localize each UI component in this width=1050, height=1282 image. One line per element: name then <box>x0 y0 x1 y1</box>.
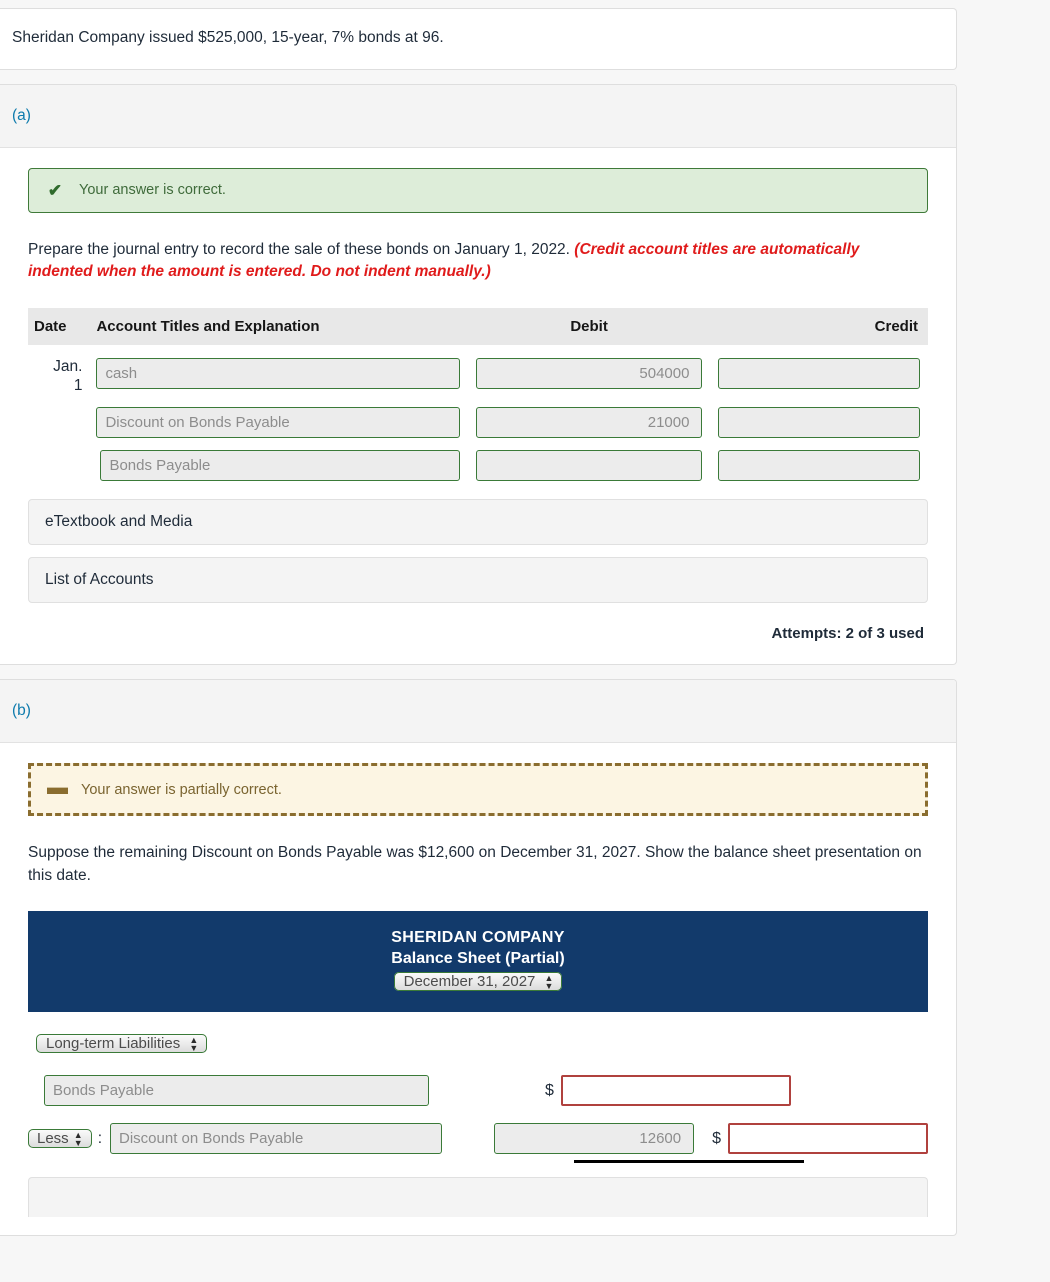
part-a-body: ✔ Your answer is correct. Prepare the jo… <box>0 148 956 665</box>
column-header-credit: Credit <box>710 307 928 345</box>
part-b-instructions: Suppose the remaining Discount on Bonds … <box>28 844 922 884</box>
table-row: Jan. 1 cash 504000 <box>28 345 928 402</box>
bs-account-input-1[interactable]: Bonds Payable <box>44 1075 429 1107</box>
journal-date-month: Jan. <box>53 357 83 375</box>
table-row: Bonds Payable <box>28 444 928 487</box>
journal-header-row: Date Account Titles and Explanation Debi… <box>28 307 928 345</box>
balance-sheet-company: SHERIDAN COMPANY <box>391 929 565 947</box>
balance-sheet-row-bonds-payable: Bonds Payable $ <box>28 1075 928 1107</box>
part-a-instructions: Prepare the journal entry to record the … <box>28 239 928 284</box>
list-of-accounts-button[interactable]: List of Accounts <box>28 557 928 604</box>
colon-separator: : <box>97 1129 102 1147</box>
content-column: Sheridan Company issued $525,000, 15-yea… <box>0 0 957 1282</box>
bs-total-input-2[interactable] <box>728 1123 928 1155</box>
part-b-body: ▬ Your answer is partially correct. Supp… <box>0 743 956 1235</box>
balance-sheet-title: Balance Sheet (Partial) <box>391 950 565 968</box>
attempts-status: Attempts: 2 of 3 used <box>771 625 924 643</box>
less-select-wrap: Less ▲ ▼ <box>28 1125 92 1153</box>
liabilities-group-select[interactable]: Long-term Liabilities <box>36 1034 208 1054</box>
bs-account-input-2[interactable]: Discount on Bonds Payable <box>110 1123 442 1155</box>
page-root: Sheridan Company issued $525,000, 15-yea… <box>0 0 1050 1282</box>
journal-date-cell <box>28 444 88 487</box>
credit-amount-input-1[interactable] <box>718 357 920 389</box>
account-title-input-1[interactable]: cash <box>96 357 460 389</box>
credit-amount-input-3[interactable] <box>718 450 920 482</box>
debit-amount-input-3[interactable] <box>475 450 703 482</box>
part-b-status-text: Your answer is partially correct. <box>81 781 282 798</box>
part-b-status-banner: ▬ Your answer is partially correct. <box>28 763 928 817</box>
credit-amount-input-2[interactable] <box>718 407 920 439</box>
journal-date-cell: Jan. 1 <box>28 345 88 402</box>
less-modifier-select[interactable]: Less <box>28 1128 92 1148</box>
journal-debit-cell: 21000 <box>468 401 711 444</box>
bs-total-input-1[interactable] <box>560 1075 791 1107</box>
liabilities-group-select-wrap: Long-term Liabilities ▲ ▼ <box>36 1030 208 1058</box>
bs-amount-input-2[interactable]: 12600 <box>494 1123 695 1155</box>
balance-sheet-date-select[interactable]: December 31, 2027 <box>393 972 563 992</box>
debit-amount-input-2[interactable]: 21000 <box>475 407 703 439</box>
part-a-label: (a) <box>0 84 956 148</box>
journal-entry-table: Date Account Titles and Explanation Debi… <box>28 307 928 488</box>
account-title-input-2[interactable]: Discount on Bonds Payable <box>96 407 460 439</box>
balance-sheet-header: SHERIDAN COMPANY Balance Sheet (Partial)… <box>28 911 928 1013</box>
liabilities-group-row: Long-term Liabilities ▲ ▼ <box>36 1030 928 1058</box>
balance-sheet-row-discount: Less ▲ ▼ : Discount on Bonds Payable 1260… <box>28 1123 928 1155</box>
journal-account-cell: cash <box>88 345 467 402</box>
etextbook-and-media-button[interactable]: eTextbook and Media <box>28 499 928 546</box>
column-header-date: Date <box>28 307 89 345</box>
journal-credit-cell <box>710 444 928 487</box>
dollar-sign-2: $ <box>712 1129 722 1147</box>
part-a-instructions-plain: Prepare the journal entry to record the … <box>28 240 575 258</box>
account-title-input-3[interactable]: Bonds Payable <box>100 450 460 482</box>
part-b-card: (b) ▬ Your answer is partially correct. … <box>0 679 957 1237</box>
etextbook-and-media-button-partial[interactable] <box>28 1177 928 1218</box>
part-a-card: (a) ✔ Your answer is correct. Prepare th… <box>0 83 957 666</box>
dollar-sign-1: $ <box>545 1081 554 1099</box>
minus-icon: ▬ <box>47 776 68 800</box>
part-b-label: (b) <box>0 680 956 744</box>
table-row: Discount on Bonds Payable 21000 <box>28 401 928 444</box>
journal-debit-cell: 504000 <box>468 345 711 402</box>
problem-statement-card: Sheridan Company issued $525,000, 15-yea… <box>0 8 957 70</box>
journal-account-cell: Discount on Bonds Payable <box>88 401 467 444</box>
journal-date-day: 1 <box>73 377 83 394</box>
part-a-status-text: Your answer is correct. <box>79 182 226 199</box>
journal-credit-cell <box>710 345 928 402</box>
journal-credit-cell <box>710 401 928 444</box>
problem-statement-text: Sheridan Company issued $525,000, 15-yea… <box>12 29 444 46</box>
journal-date-cell <box>28 401 88 444</box>
journal-account-cell: Bonds Payable <box>88 444 467 487</box>
subtotal-rule <box>574 1160 804 1164</box>
check-icon: ✔ <box>47 180 63 200</box>
journal-debit-cell <box>468 444 711 487</box>
part-a-status-banner: ✔ Your answer is correct. <box>28 167 928 213</box>
column-header-account: Account Titles and Explanation <box>88 307 468 345</box>
balance-sheet-date-select-wrap: December 31, 2027 ▲ ▼ <box>393 968 563 996</box>
column-header-debit: Debit <box>467 307 711 345</box>
debit-amount-input-1[interactable]: 504000 <box>475 357 703 389</box>
